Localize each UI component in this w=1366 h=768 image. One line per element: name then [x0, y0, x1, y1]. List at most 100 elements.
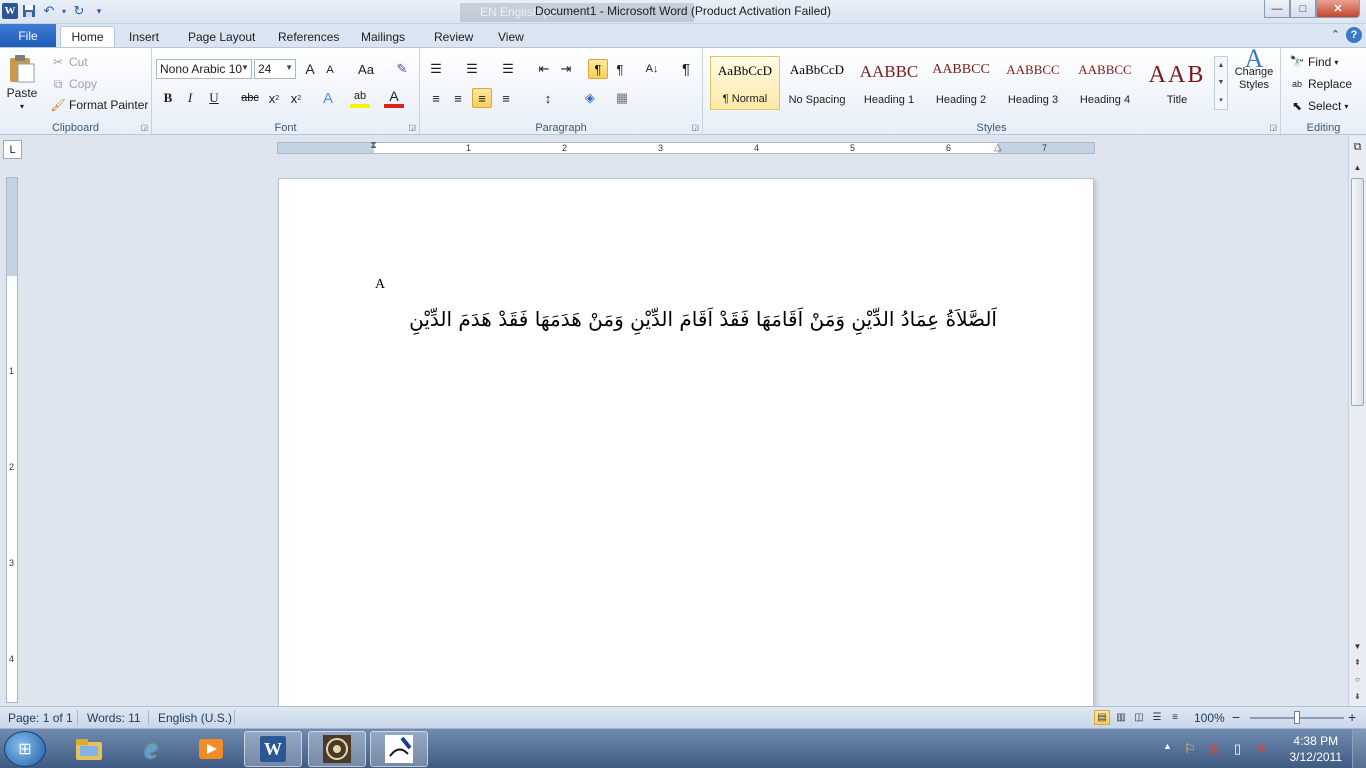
styles-launcher-icon[interactable]: ◲ [1269, 123, 1277, 132]
power-icon[interactable]: ▯ [1234, 741, 1241, 757]
numbering-button[interactable]: ☰ [462, 59, 482, 79]
tab-insert[interactable]: Insert [121, 26, 167, 47]
decrease-indent-button[interactable]: ⇤ [534, 59, 554, 79]
page-count[interactable]: Page: 1 of 1 [8, 711, 73, 725]
zoom-level[interactable]: 100% [1194, 711, 1225, 725]
scroll-up-icon[interactable]: ▲ [1350, 160, 1365, 175]
line-spacing-button[interactable]: ↕ [538, 88, 558, 108]
undo-icon[interactable]: ↶ [40, 2, 58, 20]
paragraph-launcher-icon[interactable]: ◲ [691, 123, 699, 132]
explorer-icon[interactable] [60, 731, 118, 767]
help-icon[interactable]: ? [1346, 27, 1362, 43]
close-button[interactable]: ✕ [1316, 0, 1360, 18]
print-layout-icon[interactable]: ▤ [1094, 710, 1110, 725]
minimize-ribbon-icon[interactable]: ⌃ [1331, 28, 1340, 41]
indent-marker-icon[interactable]: ⧗ [370, 140, 377, 151]
subscript-button[interactable]: x2 [264, 88, 284, 108]
next-page-icon[interactable]: ⇟ [1350, 689, 1365, 704]
tab-view[interactable]: View [490, 26, 532, 47]
tab-review[interactable]: Review [426, 26, 481, 47]
volume-icon[interactable]: ✕ [1256, 741, 1267, 757]
font-size-combo[interactable]: 24 ▼ [254, 59, 296, 79]
replace-button[interactable]: ab Replace [1289, 76, 1352, 92]
style-heading-1[interactable]: AABBC Heading 1 [854, 56, 924, 110]
redo-icon[interactable]: ↻ [70, 2, 88, 20]
underline-button[interactable]: U [204, 88, 224, 108]
arabic-pen-icon[interactable] [370, 731, 428, 767]
paste-button[interactable]: Paste ▾ [6, 52, 38, 111]
align-right-button[interactable]: ≡ [472, 88, 492, 108]
show-hidden-icons[interactable]: ▲ [1163, 741, 1172, 751]
full-screen-reading-icon[interactable]: ▥ [1113, 710, 1129, 725]
italic-button[interactable]: I [180, 88, 200, 108]
font-name-combo[interactable]: Nono Arabic 10 ▼ [156, 59, 252, 79]
save-icon[interactable] [20, 2, 38, 20]
style-normal[interactable]: AaBbCcD ¶ Normal [710, 56, 780, 110]
undo-dropdown-icon[interactable]: ▾ [60, 2, 68, 20]
rtl-direction-button[interactable]: ¶ [610, 59, 630, 79]
font-color-button[interactable]: A [384, 88, 404, 108]
action-center-icon[interactable]: ⚐ [1184, 741, 1196, 757]
clipboard-launcher-icon[interactable]: ◲ [140, 123, 148, 132]
select-button[interactable]: ⬉ Select ▾ [1289, 98, 1348, 114]
styles-gallery-scroll[interactable]: ▲ ▼ ▾ [1214, 56, 1228, 110]
style-heading-4[interactable]: AABBCC Heading 4 [1070, 56, 1140, 110]
center-button[interactable]: ≡ [448, 88, 468, 108]
tab-selector[interactable]: L [3, 140, 22, 159]
style-no-spacing[interactable]: AaBbCcD No Spacing [782, 56, 852, 110]
justify-button[interactable]: ≡ [496, 88, 516, 108]
strikethrough-button[interactable]: abc [238, 88, 262, 108]
change-styles-button[interactable]: A Change Styles [1232, 46, 1276, 92]
browse-object-icon[interactable]: ○ [1350, 672, 1365, 687]
document-text-line-2[interactable]: اَلصَّلاَةُ عِمَادُ الدِّيْنِ وَمَنْ اَق… [409, 307, 997, 331]
find-button[interactable]: 🔭 Find ▾ [1289, 54, 1339, 70]
tab-mailings[interactable]: Mailings [353, 26, 413, 47]
right-indent-marker-icon[interactable]: △ [994, 142, 1002, 153]
chevron-up-icon[interactable]: ▲ [1218, 62, 1225, 69]
previous-page-icon[interactable]: ⇞ [1350, 655, 1365, 670]
change-case-button[interactable]: Aa [352, 59, 380, 79]
word-app-icon[interactable]: W [2, 3, 18, 19]
text-effects-button[interactable]: A [318, 88, 338, 108]
horizontal-ruler[interactable]: 1 2 3 4 5 6 7 ⧗ △ [277, 140, 1095, 154]
zoom-in-button[interactable]: + [1348, 709, 1356, 725]
proofing-language[interactable]: English (U.S.) [158, 711, 232, 725]
draft-icon[interactable]: ≡ [1167, 710, 1183, 725]
internet-explorer-icon[interactable]: e [122, 731, 180, 767]
multilevel-list-button[interactable]: ☰ [498, 59, 518, 79]
zoom-slider-thumb[interactable] [1294, 711, 1300, 724]
sort-button[interactable]: A↓ [642, 59, 662, 79]
format-painter-button[interactable]: 🖌 Format Painter [50, 97, 148, 113]
tab-page-layout[interactable]: Page Layout [180, 26, 263, 47]
more-styles-icon[interactable]: ▾ [1219, 96, 1223, 104]
superscript-button[interactable]: x2 [286, 88, 306, 108]
style-heading-3[interactable]: AABBCC Heading 3 [998, 56, 1068, 110]
document-text-line-1[interactable]: A [375, 277, 385, 293]
web-layout-icon[interactable]: ◫ [1131, 710, 1147, 725]
align-left-button[interactable]: ≡ [426, 88, 446, 108]
media-player-icon[interactable] [182, 731, 240, 767]
clear-formatting-icon[interactable]: ✎ [392, 59, 412, 79]
font-launcher-icon[interactable]: ◲ [408, 123, 416, 132]
view-ruler-icon[interactable]: ⧉ [1350, 140, 1365, 155]
clock[interactable]: 4:38 PM 3/12/2011 [1290, 733, 1343, 765]
outline-icon[interactable]: ☰ [1149, 710, 1165, 725]
start-button[interactable]: ⊞ [4, 731, 46, 767]
style-title[interactable]: AAB Title [1142, 56, 1212, 110]
ltr-direction-button[interactable]: ¶ [588, 59, 608, 79]
chevron-down-icon[interactable]: ▼ [1218, 79, 1225, 86]
maximize-button[interactable]: □ [1290, 0, 1316, 18]
style-heading-2[interactable]: AABBCC Heading 2 [926, 56, 996, 110]
grow-font-button[interactable]: A [300, 59, 320, 79]
shrink-font-button[interactable]: A [320, 60, 340, 80]
scroll-thumb[interactable] [1351, 178, 1364, 406]
bold-button[interactable]: B [158, 88, 178, 108]
scroll-down-icon[interactable]: ▼ [1350, 639, 1365, 654]
borders-button[interactable]: ▦ [612, 88, 632, 108]
shading-button[interactable]: ◈ [580, 88, 600, 108]
network-icon[interactable]: ⊠ [1208, 741, 1219, 757]
increase-indent-button[interactable]: ⇥ [556, 59, 576, 79]
zoom-out-button[interactable]: − [1232, 709, 1240, 725]
word-icon[interactable]: W [244, 731, 302, 767]
app-icon[interactable] [308, 731, 366, 767]
